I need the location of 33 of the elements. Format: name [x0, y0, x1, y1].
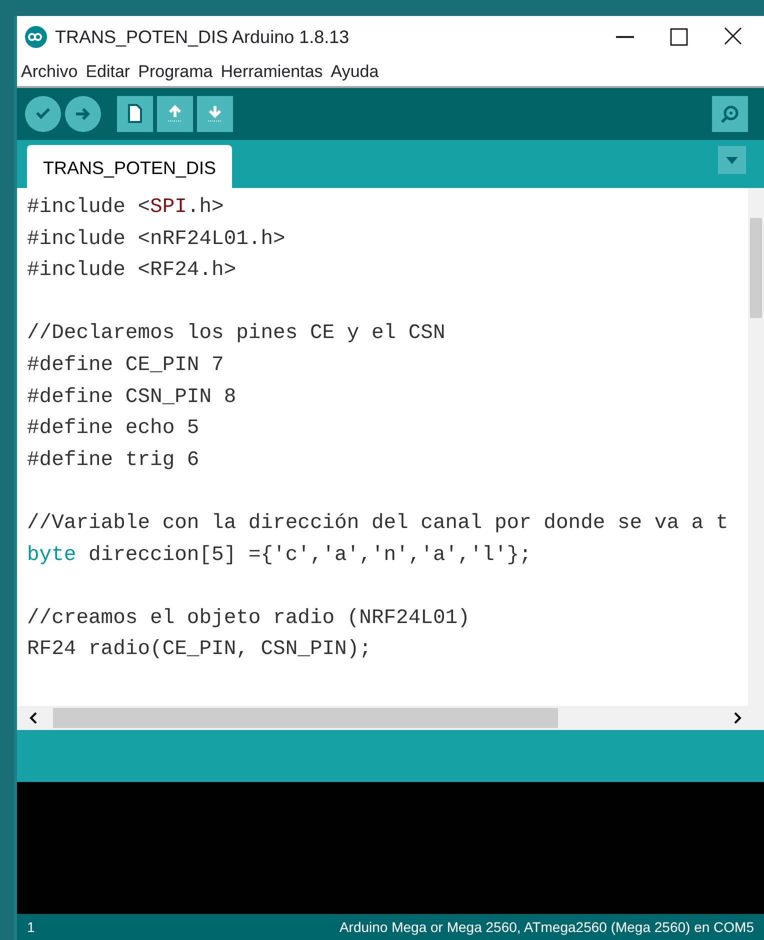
board-info: Arduino Mega or Mega 2560, ATmega2560 (Mega 2560) en COM5 [339, 918, 754, 937]
line-number: 1 [27, 918, 35, 936]
menu-item[interactable]: Herramientas [220, 59, 323, 85]
code-line: #include <SPI.h> [27, 195, 225, 221]
code-line: #define echo 5 [27, 416, 200, 442]
vertical-scrollbar[interactable] [748, 188, 764, 706]
close-icon [722, 26, 744, 47]
code-line: #define CE_PIN 7 [27, 352, 225, 379]
minimize-icon [616, 36, 634, 38]
save-button[interactable] [197, 96, 233, 132]
menu-item[interactable]: Archivo [21, 59, 78, 85]
window-title: TRANS_POTEN_DIS Arduino 1.8.13 [55, 26, 350, 48]
code-line: #include <nRF24L01.h> [27, 226, 286, 253]
serial-monitor-button[interactable] [712, 96, 748, 132]
code-line: RF24 radio(CE_PIN, CSN_PIN); [27, 637, 372, 664]
tab-menu-button[interactable] [718, 146, 746, 174]
code-line: //creamos el objeto radio (NRF24L01) [27, 606, 471, 632]
upload-button[interactable] [65, 96, 101, 132]
horizontal-scrollbar[interactable] [17, 706, 764, 730]
infinity-logo-icon [25, 26, 47, 48]
sketch-tab[interactable]: TRANS_POTEN_DIS [27, 145, 232, 188]
maximize-icon [668, 26, 690, 47]
code-line: byte direccion[5] ={'c','a','n','a','l'}; [27, 542, 532, 569]
menu-item[interactable]: Ayuda [330, 59, 379, 85]
new-button[interactable] [117, 96, 153, 132]
code-line: //Variable con la dirección del canal por donde se va a t [27, 510, 730, 537]
code-line: #define trig 6 [27, 448, 200, 474]
menu-item[interactable]: Programa [138, 59, 213, 85]
code-line: #include <RF24.h> [27, 258, 238, 284]
code-line: //Declaremos los pines CE y el CSN [27, 321, 446, 348]
menu-item[interactable]: Editar [86, 59, 130, 85]
code-line: #define CSN_PIN 8 [27, 384, 238, 411]
verify-button[interactable] [25, 96, 61, 132]
